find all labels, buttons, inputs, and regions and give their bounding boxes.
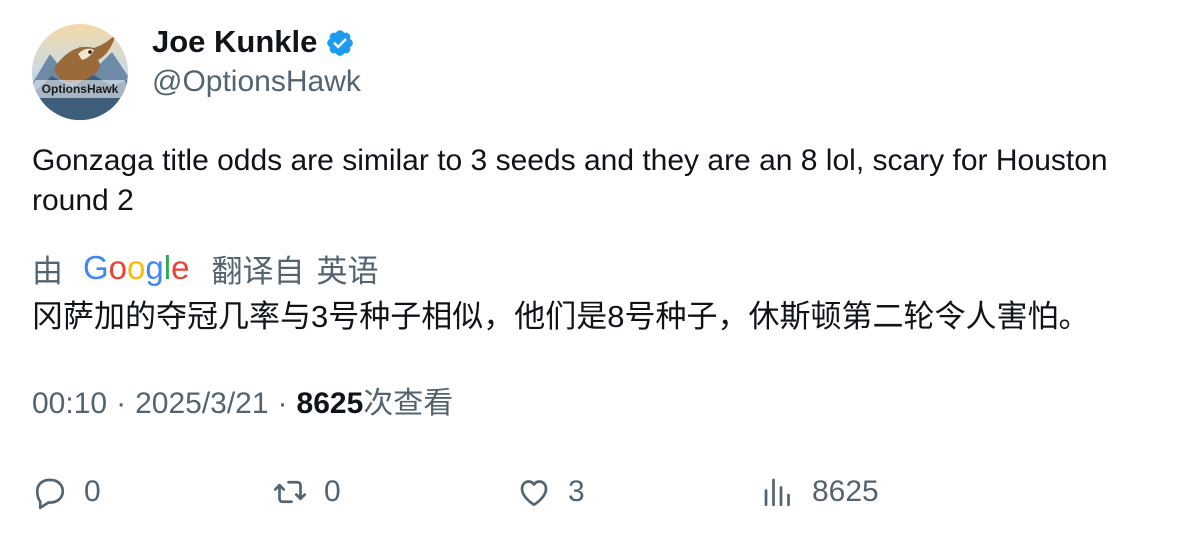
verified-badge-icon [325, 28, 355, 58]
google-logo-letter: g [145, 249, 164, 286]
reply-count: 0 [84, 475, 101, 508]
meta-separator: · [116, 387, 127, 420]
google-logo-letter: o [127, 249, 146, 286]
tweet-text: Gonzaga title odds are similar to 3 seed… [32, 144, 1108, 217]
translation-attribution: 由 Google 翻译自 英语 [32, 246, 378, 290]
retweet-count: 0 [324, 475, 341, 508]
google-logo-letter: e [171, 249, 190, 286]
reply-icon [35, 478, 65, 510]
views-label: 次查看 [363, 387, 454, 420]
analytics-icon [764, 478, 790, 507]
tweet-time[interactable]: 00:10 [32, 384, 107, 424]
google-logo-letter: G [83, 249, 109, 286]
author-handle[interactable]: @OptionsHawk [152, 62, 361, 102]
author-display-name[interactable]: Joe Kunkle [152, 22, 355, 62]
avatar-image: OptionsHawk [32, 24, 128, 120]
google-logo: Google [83, 249, 189, 287]
translation-suffix: 翻译自 [211, 253, 305, 289]
meta-separator: · [277, 387, 288, 420]
retweet-icon [273, 480, 307, 504]
google-logo-letter: l [163, 249, 172, 286]
translation-prefix: 由 [32, 253, 63, 289]
like-button[interactable]: 3 [516, 470, 585, 514]
translated-text: 冈萨加的夺冠几率与3号种子相似，他们是8号种子，休斯顿第二轮令人害怕。 [32, 299, 1090, 334]
avatar-logo-text: OptionsHawk [42, 82, 119, 96]
tweet-meta: 00:10 · 2025/3/21 · 8625 次查看 [32, 384, 453, 424]
source-language-link[interactable]: 英语 [316, 246, 378, 291]
views-count: 8625 [296, 387, 364, 420]
views-button[interactable]: 8625 [760, 470, 879, 514]
author-name[interactable]: Joe Kunkle [152, 22, 317, 62]
avatar[interactable]: OptionsHawk [32, 24, 128, 120]
google-logo-letter: o [108, 249, 128, 286]
retweet-button[interactable]: 0 [272, 470, 341, 514]
tweet-date[interactable]: 2025/3/21 [135, 384, 268, 424]
reply-button[interactable]: 0 [32, 470, 101, 514]
like-count: 3 [568, 475, 585, 508]
views-action-count: 8625 [812, 475, 879, 508]
heart-icon [520, 480, 548, 507]
action-bar: 0 0 3 8625 [32, 470, 1172, 514]
